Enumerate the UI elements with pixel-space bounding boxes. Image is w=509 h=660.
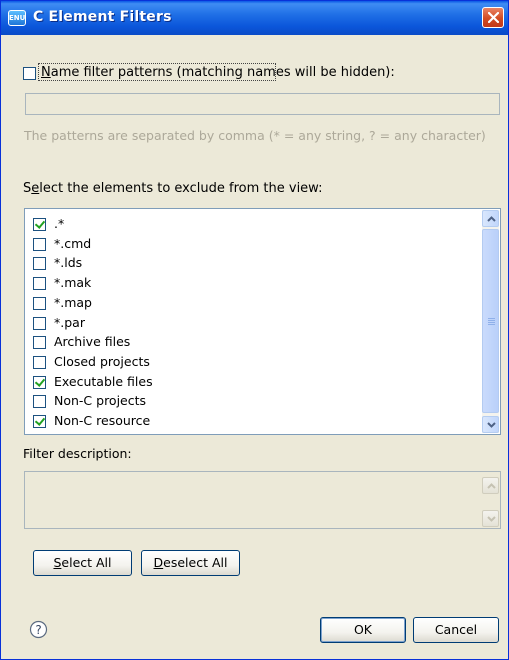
list-item-checkbox[interactable]: [33, 316, 46, 330]
patterns-hint: The patterns are separated by comma (* =…: [24, 128, 486, 143]
elements-list[interactable]: .* *.cmd *.lds *.mak *.map *.par Archive files…: [24, 208, 501, 435]
scroll-up-button[interactable]: [482, 210, 499, 227]
list-item-label: Executable files: [54, 373, 153, 389]
name-filter-checkbox[interactable]: [23, 67, 36, 80]
list-item[interactable]: Non-C projects: [33, 392, 473, 411]
list-item-label: Archive files: [54, 334, 131, 350]
list-item[interactable]: *.lds: [33, 254, 473, 273]
list-item-checkbox[interactable]: [33, 296, 46, 310]
list-item-label: Closed projects: [54, 353, 150, 369]
list-item-label: .*: [54, 216, 65, 231]
list-item[interactable]: *.par: [33, 314, 473, 333]
scroll-down-arrow-icon: [487, 516, 496, 522]
cancel-button[interactable]: Cancel: [413, 617, 499, 643]
name-filter-patterns-input[interactable]: [25, 93, 500, 115]
list-item-label: Non-C projects: [54, 393, 147, 409]
title-bar[interactable]: ENU C Element Filters: [1, 1, 508, 35]
list-item[interactable]: *.map: [33, 294, 473, 313]
list-item[interactable]: Non-C resource: [33, 412, 473, 431]
filter-description-text: [24, 471, 501, 529]
filter-description-scrollbar: [482, 473, 499, 527]
scroll-up-arrow-icon: [487, 483, 496, 489]
elements-list-scrollbar[interactable]: [482, 210, 499, 433]
select-elements-label: Select the elements to exclude from the …: [23, 181, 323, 196]
list-item-label: *.lds: [54, 255, 83, 271]
select-all-button[interactable]: Select All: [33, 550, 132, 576]
desc-scroll-down-button: [482, 510, 499, 527]
scroll-thumb[interactable]: [482, 229, 499, 413]
list-item[interactable]: Archive files: [33, 333, 473, 352]
list-item-checkbox[interactable]: [33, 355, 46, 369]
list-item-label: *.cmd: [54, 235, 92, 251]
list-item-checkbox[interactable]: [33, 218, 46, 231]
window-title: C Element Filters: [33, 9, 172, 25]
close-button[interactable]: [482, 7, 504, 28]
list-item-checkbox[interactable]: [33, 375, 46, 389]
list-item-checkbox[interactable]: [33, 237, 46, 251]
app-icon: ENU: [8, 10, 26, 26]
list-item-label: *.map: [54, 294, 92, 310]
filter-description-label: Filter description:: [23, 446, 132, 461]
list-item-label: *.mak: [54, 275, 92, 291]
help-icon[interactable]: ?: [29, 620, 48, 639]
ok-button[interactable]: OK: [320, 617, 406, 643]
desc-scroll-up-button: [482, 477, 499, 494]
list-item[interactable]: Closed projects: [33, 353, 473, 372]
list-item[interactable]: *.cmd: [33, 235, 473, 254]
list-item-checkbox[interactable]: [33, 395, 46, 409]
close-icon: [488, 12, 499, 23]
scroll-down-arrow-icon: [487, 422, 496, 428]
list-item[interactable]: .*: [33, 215, 473, 234]
name-filter-label: Name filter patterns (matching names wil…: [41, 65, 395, 80]
list-item-label: *.par: [54, 314, 85, 330]
list-item-checkbox[interactable]: [33, 415, 46, 428]
svg-text:?: ?: [35, 623, 41, 637]
c-element-filters-dialog: ENU C Element Filters Name filter patter…: [0, 0, 509, 660]
list-item-checkbox[interactable]: [33, 277, 46, 291]
list-item-checkbox[interactable]: [33, 257, 46, 271]
list-item-label: Non-C resource: [54, 413, 151, 428]
list-item[interactable]: *.mak: [33, 274, 473, 293]
scroll-down-button[interactable]: [482, 416, 499, 433]
list-item-checkbox[interactable]: [33, 336, 46, 350]
scroll-up-arrow-icon: [487, 216, 496, 222]
deselect-all-button[interactable]: Deselect All: [141, 550, 240, 576]
list-item[interactable]: Executable files: [33, 373, 473, 392]
